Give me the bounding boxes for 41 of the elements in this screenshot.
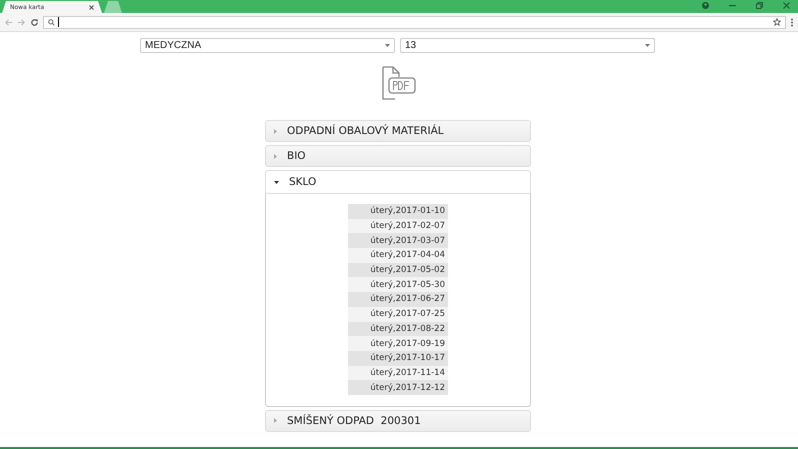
reload-icon[interactable] xyxy=(30,18,39,26)
date-row: úterý,2017-10-17 xyxy=(348,350,448,366)
date-row: úterý,2017-05-02 xyxy=(348,262,448,278)
restore-icon[interactable] xyxy=(756,2,763,9)
date-row: úterý,2017-03-07 xyxy=(348,233,448,248)
forward-icon[interactable] xyxy=(17,18,26,26)
caret-down-icon xyxy=(274,180,279,184)
date-row: úterý,2017-09-19 xyxy=(348,336,448,351)
date-row: úterý,2017-07-25 xyxy=(348,306,448,322)
date-row: úterý,2017-11-14 xyxy=(348,366,448,380)
section-title: BIO xyxy=(287,150,306,162)
date-row: úterý,2017-08-22 xyxy=(348,322,448,336)
caret-right-icon xyxy=(274,128,277,134)
date-row: úterý,2017-05-30 xyxy=(348,277,448,292)
search-icon xyxy=(48,18,55,26)
close-icon[interactable] xyxy=(783,2,790,9)
date-row: úterý,2017-06-27 xyxy=(348,292,448,307)
accordion-header[interactable]: SMÍŠENÝ ODPAD 200301 xyxy=(265,410,531,432)
back-icon[interactable] xyxy=(4,18,13,26)
pdf-icon[interactable] xyxy=(381,66,417,100)
accordion-header[interactable]: SKLO xyxy=(265,170,531,194)
account-icon[interactable] xyxy=(702,2,709,9)
caret-down-icon xyxy=(385,44,390,47)
accordion-header[interactable]: BIO xyxy=(265,145,531,167)
caret-right-icon xyxy=(274,418,277,424)
caret-down-icon xyxy=(645,44,650,47)
close-icon[interactable] xyxy=(89,4,94,10)
section-title: ODPADNÍ OBALOVÝ MATERIÁL xyxy=(287,125,444,137)
date-row: úterý,2017-12-12 xyxy=(348,380,448,395)
menu-icon[interactable] xyxy=(790,18,794,26)
date-row: úterý,2017-02-07 xyxy=(348,218,448,234)
dropdown[interactable]: 13 xyxy=(400,38,655,53)
star-icon[interactable] xyxy=(773,18,781,26)
section-title: SKLO xyxy=(289,176,316,188)
accordion-header[interactable]: ODPADNÍ OBALOVÝ MATERIÁL xyxy=(265,120,531,142)
caret-right-icon xyxy=(274,154,277,158)
section-title: SMÍŠENÝ ODPAD 200301 xyxy=(287,414,421,427)
date-row: úterý,2017-04-04 xyxy=(348,248,448,263)
minimize-icon[interactable] xyxy=(729,4,736,6)
date-row: úterý,2017-01-10 xyxy=(348,204,448,219)
dropdown[interactable]: MEDYCZNA xyxy=(140,38,395,53)
